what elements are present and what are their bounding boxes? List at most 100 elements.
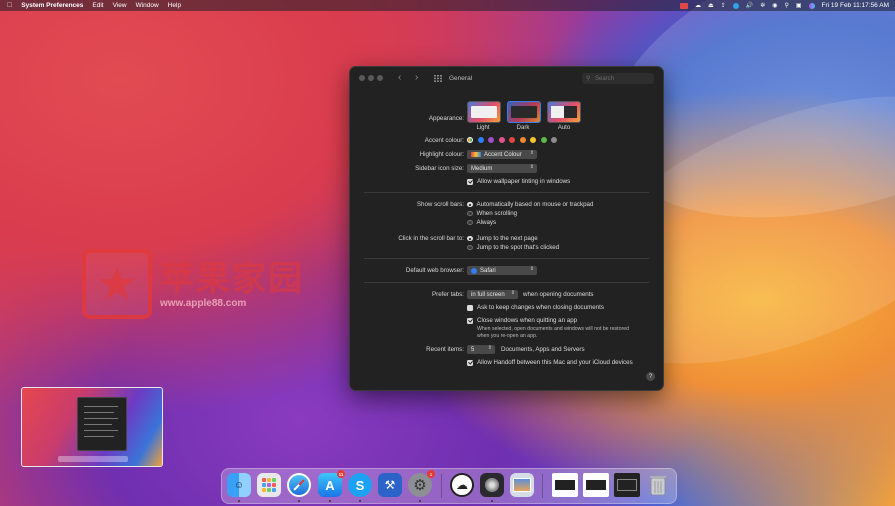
scroll-bars-radio-always[interactable]: Always	[467, 219, 496, 226]
close-button[interactable]	[359, 75, 365, 81]
running-indicator	[359, 500, 361, 502]
accent-blue-swatch[interactable]	[477, 137, 484, 143]
appearance-light-option[interactable]	[467, 101, 501, 123]
menu-app-name[interactable]: System Preferences	[21, 2, 83, 9]
handoff-checkbox[interactable]: Allow Handoff between this Mac and your …	[467, 359, 633, 366]
launchpad-icon[interactable]	[257, 473, 281, 497]
click-scroll-option-label: Jump to the spot that's clicked	[476, 244, 560, 251]
finder-icon[interactable]: ☺	[227, 473, 251, 497]
sidebar-icon-size-label: Sidebar icon size:	[415, 165, 464, 172]
ask-keep-changes-checkbox[interactable]: Ask to keep changes when closing documen…	[467, 304, 604, 311]
accent-colour-swatches	[467, 137, 562, 143]
appearance-dark-option[interactable]	[507, 101, 541, 123]
icloud-icon[interactable]: ☁	[450, 473, 474, 497]
accent-orange-swatch[interactable]	[519, 137, 526, 143]
accent-graphite-swatch[interactable]	[551, 137, 557, 143]
record-icon[interactable]	[680, 2, 688, 9]
xcode-icon[interactable]: ⚒	[378, 473, 402, 497]
click-scroll-radio-next-page[interactable]: Jump to the next page	[467, 235, 538, 242]
click-scroll-radio-spot[interactable]: Jump to the spot that's clicked	[467, 244, 559, 251]
accent-yellow-swatch[interactable]	[530, 137, 536, 143]
watermark-url: www.apple88.com	[160, 297, 247, 309]
bluetooth-icon[interactable]: ✲	[760, 2, 765, 9]
menu-help[interactable]: Help	[168, 2, 181, 9]
appearance-light-label: Light	[476, 125, 490, 131]
forward-icon[interactable]: ›	[415, 72, 418, 83]
radio-icon	[467, 210, 473, 217]
show-all-grid-icon[interactable]	[434, 75, 442, 82]
screenshot-preview-thumbnail[interactable]	[21, 387, 163, 467]
eject-icon[interactable]: ⏏	[708, 2, 714, 9]
click-scroll-option-label: Jump to the next page	[476, 235, 538, 242]
search-field[interactable]: ⚲ Search	[582, 73, 654, 84]
menu-window[interactable]: Window	[136, 2, 159, 9]
scroll-bars-radio-scrolling[interactable]: When scrolling	[467, 210, 517, 217]
default-browser-label: Default web browser:	[405, 267, 464, 274]
running-indicator	[491, 500, 493, 502]
search-icon[interactable]: ⚲	[784, 2, 788, 9]
checkbox-icon	[467, 317, 473, 324]
checkbox-icon	[467, 304, 473, 311]
wifi-icon[interactable]: ◉	[772, 2, 777, 9]
system-preferences-badge: 1	[427, 470, 435, 478]
cloud-sync-icon[interactable]: ☁	[695, 2, 701, 9]
menu-bar:  System Preferences Edit View Window He…	[0, 0, 895, 11]
minimize-button[interactable]	[368, 75, 374, 81]
checkbox-icon	[467, 178, 473, 185]
apple-menu-icon[interactable]: 	[7, 2, 12, 9]
minimized-window-1-icon[interactable]	[552, 473, 578, 497]
appearance-auto-option[interactable]	[547, 101, 581, 123]
preview-dock	[58, 456, 128, 462]
menu-view[interactable]: View	[113, 2, 127, 9]
preferences-window: ‹ › General ⚲ Search Appearance: Light D…	[349, 66, 664, 391]
appearance-dark-label: Dark	[516, 125, 530, 131]
upload-icon[interactable]: ⇪	[721, 2, 726, 9]
trash-icon[interactable]	[646, 473, 670, 497]
close-windows-checkbox[interactable]: Close windows when quitting an app	[467, 317, 577, 324]
volume-icon[interactable]: 🔊	[746, 2, 753, 9]
close-windows-note: when you re-open an app.	[477, 333, 538, 339]
wallpaper-tinting-checkbox[interactable]: Allow wallpaper tinting in windows	[467, 178, 570, 185]
recent-items-popup[interactable]: 5 ⇕	[467, 345, 495, 354]
safari-icon[interactable]	[287, 473, 311, 497]
prefer-tabs-popup[interactable]: in full screen ⇕	[467, 290, 518, 299]
sidebar-icon-size-popup[interactable]: Medium ⇕	[467, 164, 537, 173]
prefer-tabs-value: in full screen	[471, 291, 505, 298]
scroll-bars-radio-auto[interactable]: Automatically based on mouse or trackpad	[467, 201, 593, 208]
preview-window	[77, 397, 127, 451]
help-button[interactable]: ?	[646, 372, 655, 381]
control-center-icon[interactable]: ▣	[796, 2, 802, 9]
default-browser-popup[interactable]: Safari ⇕	[467, 266, 537, 275]
scroll-bars-option-label: Always	[476, 219, 497, 226]
radio-icon	[467, 201, 473, 208]
dock: ☺ A 11 S ⚒ ⚙ 1 ☁	[221, 468, 677, 504]
highlight-colour-popup[interactable]: Accent Colour ⇕	[467, 150, 537, 159]
minimized-window-3-icon[interactable]	[614, 473, 640, 497]
chevron-updown-icon: ⇕	[510, 290, 515, 296]
disk-utility-icon[interactable]	[480, 473, 504, 497]
title-bar: ‹ › General ⚲ Search	[350, 67, 663, 89]
zoom-button[interactable]	[377, 75, 383, 81]
recent-items-suffix: Documents, Apps and Servers	[501, 346, 585, 353]
accent-purple-swatch[interactable]	[488, 137, 494, 143]
accent-pink-swatch[interactable]	[498, 137, 505, 143]
accent-green-swatch[interactable]	[540, 137, 547, 143]
back-icon[interactable]: ‹	[398, 72, 401, 83]
menu-edit[interactable]: Edit	[92, 2, 103, 9]
clock[interactable]: Fri 19 Feb 11:17:56 AM	[822, 2, 889, 9]
accent-colour-label: Accent colour:	[424, 137, 464, 144]
sidebar-icon-size-value: Medium	[471, 165, 493, 172]
system-preferences-icon[interactable]: ⚙ 1	[408, 470, 435, 497]
wallpaper-tinting-label: Allow wallpaper tinting in windows	[477, 178, 571, 185]
accent-multicolour-swatch[interactable]	[467, 137, 473, 143]
minimized-window-2-icon[interactable]	[583, 473, 609, 497]
default-browser-value: Safari	[480, 267, 496, 274]
radio-icon	[467, 235, 473, 242]
skype-icon[interactable]: S	[348, 473, 372, 497]
siri-icon[interactable]	[808, 2, 815, 9]
accent-red-swatch[interactable]	[509, 137, 515, 143]
edge-icon[interactable]	[732, 2, 739, 9]
app-store-icon[interactable]: A 11	[318, 470, 345, 497]
preview-app-icon[interactable]	[510, 473, 534, 497]
search-placeholder: Search	[595, 75, 615, 82]
